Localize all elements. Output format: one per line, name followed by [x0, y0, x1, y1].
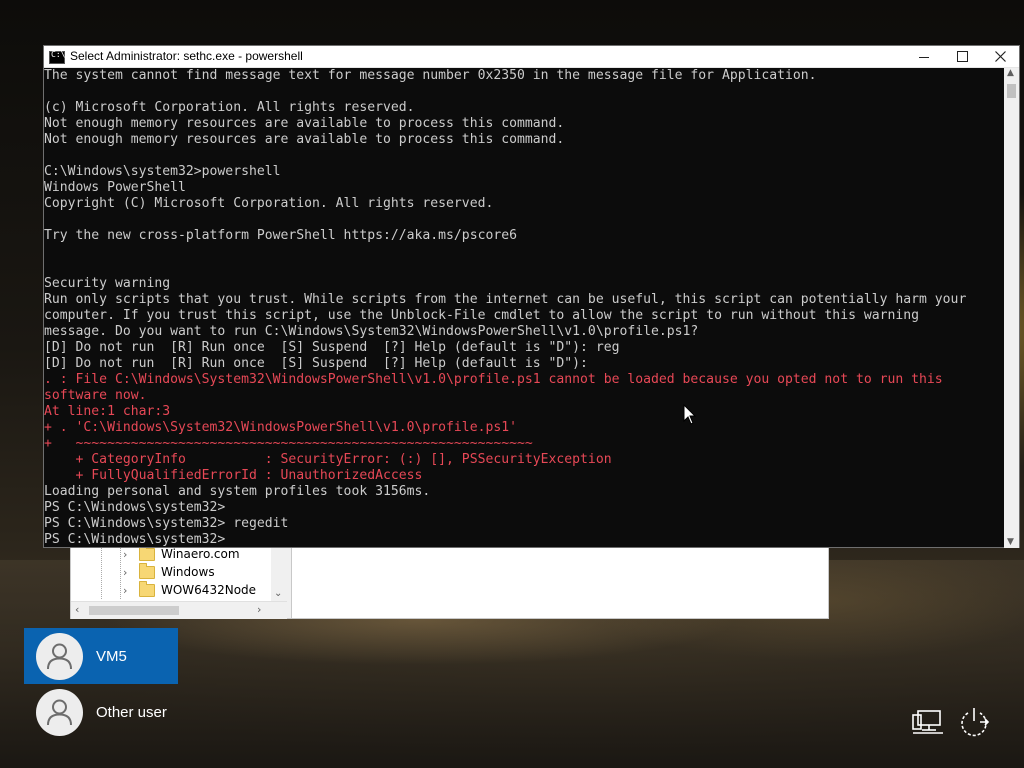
- user-icon: [36, 688, 83, 736]
- powershell-console-window[interactable]: C:\ Select Administrator: sethc.exe - po…: [43, 45, 1020, 548]
- network-icon[interactable]: [912, 709, 944, 737]
- console-line: Not enough memory resources are availabl…: [44, 132, 565, 147]
- console-line: Not enough memory resources are availabl…: [44, 116, 565, 131]
- tree-guide-line: [120, 541, 121, 599]
- console-line: + CategoryInfo : SecurityError: (:) [], …: [44, 452, 612, 467]
- console-line: + ~~~~~~~~~~~~~~~~~~~~~~~~~~~~~~~~~~~~~~…: [44, 436, 533, 451]
- console-line: [D] Do not run [R] Run once [S] Suspend …: [44, 340, 620, 355]
- minimize-icon: [919, 57, 929, 58]
- scroll-thumb[interactable]: [1007, 84, 1016, 98]
- console-line: computer. If you trust this script, use …: [44, 308, 920, 323]
- power-icon[interactable]: [958, 706, 992, 738]
- folder-icon: [139, 562, 155, 579]
- window-title: Select Administrator: sethc.exe - powers…: [70, 49, 303, 63]
- user-tile-vm5[interactable]: VM5: [24, 628, 178, 684]
- console-line: Run only scripts that you trust. While s…: [44, 292, 967, 307]
- chevron-right-icon[interactable]: ›: [123, 584, 133, 597]
- maximize-icon: [956, 51, 968, 62]
- pane-splitter[interactable]: [287, 541, 292, 618]
- console-line: software now.: [44, 388, 147, 403]
- registry-tree-item[interactable]: › Windows: [123, 562, 215, 581]
- user-name: Other user: [96, 703, 167, 721]
- console-line: + . 'C:\Windows\System32\WindowsPowerShe…: [44, 420, 517, 435]
- registry-editor-window[interactable]: › Winaero.com › Windows › WOW6432Node ⌄ …: [70, 540, 829, 619]
- mouse-cursor-icon: [683, 404, 697, 425]
- scroll-right-icon[interactable]: ›: [257, 603, 261, 616]
- folder-icon: [139, 544, 155, 561]
- console-line: C:\Windows\system32>powershell: [44, 164, 281, 179]
- console-line: Loading personal and system profiles too…: [44, 484, 431, 499]
- tree-horizontal-scrollbar[interactable]: ‹ ›: [71, 601, 287, 619]
- user-tile-other-user[interactable]: Other user: [24, 684, 178, 740]
- console-line: Copyright (C) Microsoft Corporation. All…: [44, 196, 494, 211]
- tree-guide-line: [101, 541, 102, 599]
- registry-tree-item[interactable]: › WOW6432Node: [123, 580, 257, 599]
- console-line: . : File C:\Windows\System32\WindowsPowe…: [44, 372, 943, 387]
- console-line: Windows PowerShell: [44, 180, 186, 195]
- close-button[interactable]: [981, 46, 1019, 67]
- console-line: PS C:\Windows\system32>: [44, 532, 226, 547]
- console-output[interactable]: The system cannot find message text for …: [44, 68, 1004, 548]
- chevron-right-icon[interactable]: ›: [123, 566, 133, 579]
- console-line: PS C:\Windows\system32> regedit: [44, 516, 289, 531]
- tree-vertical-scrollbar[interactable]: ⌄: [271, 541, 287, 601]
- scroll-down-icon[interactable]: ▼: [1007, 537, 1014, 547]
- console-icon: C:\: [49, 50, 65, 64]
- console-line: PS C:\Windows\system32>: [44, 500, 226, 515]
- title-bar[interactable]: C:\ Select Administrator: sethc.exe - po…: [44, 46, 1019, 68]
- console-vertical-scrollbar[interactable]: ▲ ▼: [1004, 68, 1019, 548]
- close-icon: [994, 51, 1006, 62]
- user-name: VM5: [96, 647, 127, 665]
- scroll-left-icon[interactable]: ‹: [75, 603, 79, 616]
- console-line: At line:1 char:3: [44, 404, 171, 419]
- console-line: (c) Microsoft Corporation. All rights re…: [44, 100, 415, 115]
- minimize-button[interactable]: [905, 46, 943, 67]
- scroll-thumb[interactable]: [89, 606, 179, 615]
- registry-key-label: Winaero.com: [161, 547, 240, 561]
- scroll-down-icon[interactable]: ⌄: [274, 588, 282, 599]
- console-line: Try the new cross-platform PowerShell ht…: [44, 228, 517, 243]
- console-line: [D] Do not run [R] Run once [S] Suspend …: [44, 356, 588, 371]
- console-line: + FullyQualifiedErrorId : UnauthorizedAc…: [44, 468, 423, 483]
- scroll-up-icon[interactable]: ▲: [1007, 68, 1014, 78]
- registry-key-label: Windows: [161, 565, 215, 579]
- console-line: The system cannot find message text for …: [44, 68, 817, 83]
- console-line: message. Do you want to run C:\Windows\S…: [44, 324, 699, 339]
- folder-icon: [139, 580, 155, 597]
- user-icon: [36, 632, 83, 680]
- registry-tree-pane[interactable]: › Winaero.com › Windows › WOW6432Node ⌄ …: [71, 541, 288, 619]
- registry-key-label: WOW6432Node: [161, 583, 257, 597]
- maximize-button[interactable]: [943, 46, 981, 67]
- console-line: Security warning: [44, 276, 171, 291]
- chevron-right-icon[interactable]: ›: [123, 548, 133, 561]
